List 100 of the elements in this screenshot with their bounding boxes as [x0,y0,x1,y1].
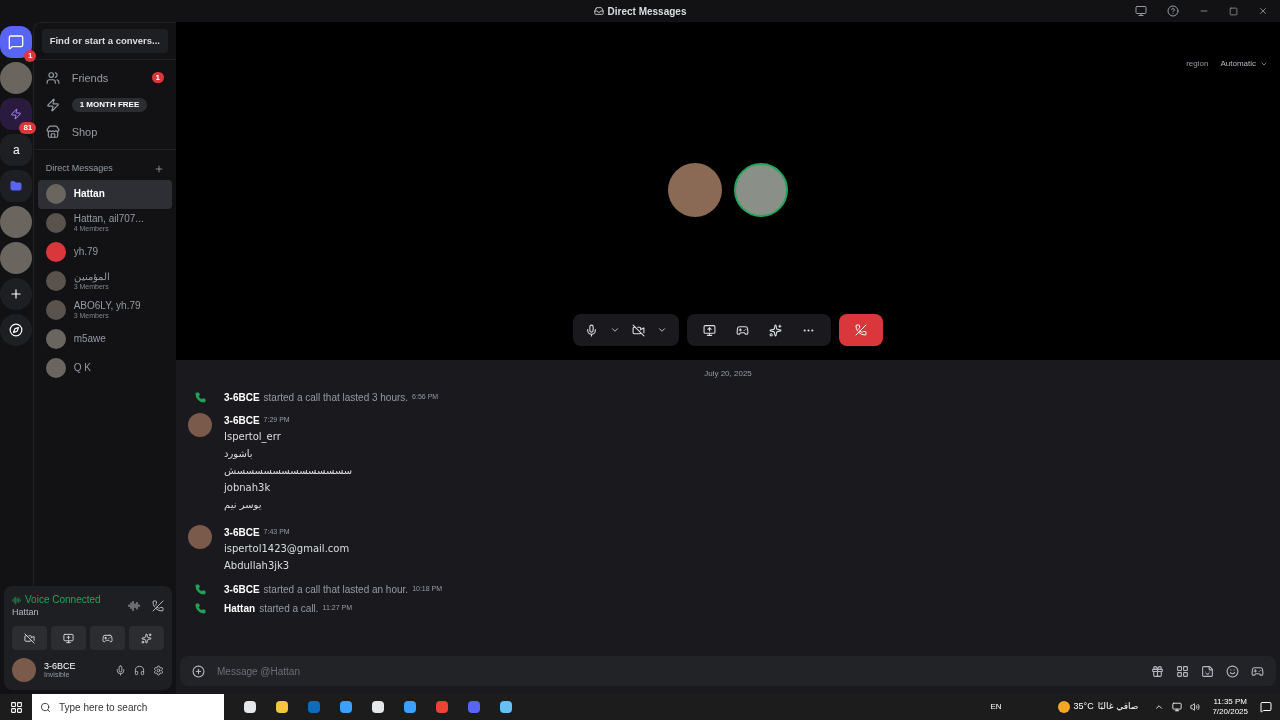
camera-button[interactable] [632,323,645,337]
gift-button[interactable] [1151,664,1164,678]
nav-item[interactable]: Shop [71,123,164,140]
apps-button[interactable] [1251,664,1264,678]
volume-icon[interactable] [1190,702,1201,712]
voice-action-button[interactable] [129,626,164,650]
avatar [12,658,36,682]
search-field[interactable]: Find or start a convers... [41,29,168,54]
avatar [188,413,212,437]
tray-expand-button[interactable] [1154,702,1165,712]
voice-action-button[interactable] [12,626,47,650]
phone-icon [194,603,206,614]
sparkles-icon [141,632,152,644]
dm-item[interactable]: yh.79 [37,237,172,267]
author-name: Hattan [224,602,256,616]
taskbar-search-field[interactable]: Type here to search [32,694,224,720]
temperature: 35°C [1073,700,1094,714]
maximize-button[interactable] [1229,6,1238,16]
phone-icon [194,584,206,595]
taskbar-app-icon[interactable] [276,701,288,713]
author-name: 3-6BCE [224,391,260,405]
server-button[interactable]: a [0,134,33,166]
region-dropdown[interactable]: Automatic [1220,58,1256,70]
caret-icon[interactable] [657,325,667,335]
message-text: سسسسسسسسسسسسسش [224,464,353,478]
avatar-button[interactable] [0,242,33,274]
close-button[interactable] [1258,6,1268,16]
add-dm-button[interactable] [154,164,164,174]
message-text: باشورد [224,447,254,461]
author-name: 3-6BCE [224,526,260,540]
disconnect-button[interactable] [152,600,164,613]
start-button[interactable] [9,700,23,714]
call-text: started a call that lasted 3 hours. [263,391,409,405]
taskbar-app-icon[interactable] [340,701,352,713]
taskbar-app-icon[interactable] [372,701,384,713]
username: 3-6BCE [44,662,77,671]
add-attachment-button[interactable] [192,664,205,678]
dm-item[interactable]: Hattan [37,179,172,209]
notifications-button[interactable] [1260,701,1272,713]
avatar [45,271,66,292]
home-button[interactable] [0,26,33,58]
avatar [45,300,66,321]
avatar [45,329,66,350]
sticker-button[interactable] [1201,664,1214,678]
taskbar-app-icon[interactable] [500,701,512,713]
nav-item[interactable]: Friends [71,69,140,86]
message-text: ispertol1423@gmail.com [224,542,350,556]
voice-action-button[interactable] [51,626,86,650]
headphones-button[interactable] [134,664,145,676]
discover-button[interactable] [0,314,33,346]
taskbar-app-icon[interactable] [244,701,256,713]
add-server-button[interactable] [0,278,33,310]
soundboard-button[interactable] [769,323,782,337]
mic-button[interactable] [585,323,598,337]
taskbar-app-icon[interactable] [404,701,416,713]
message-text: jobnah3k [224,481,272,495]
server-icon [10,108,23,120]
voice-action-button[interactable] [90,626,125,650]
dm-name: المؤمنين [73,272,110,283]
mic-button[interactable] [115,664,126,676]
gif-button[interactable] [1176,664,1189,678]
message-text: يوسر نيم [224,498,263,513]
chat-bubble-icon [8,34,25,50]
weather-text: صافي غالبًا [1097,700,1139,714]
friends-icon [45,70,60,85]
nitro-badge: 1 MONTH FREE [71,97,148,112]
caret-icon [1260,60,1268,68]
dm-item[interactable]: Q K [37,353,172,383]
monitor-icon [1135,5,1147,17]
activity-button[interactable] [736,323,749,337]
emoji-button[interactable] [1226,664,1239,678]
language-indicator[interactable]: EN [990,701,1002,713]
participant-avatar [668,163,722,217]
avatar [45,242,66,263]
section-title: Direct Messages [45,162,113,176]
server-button[interactable] [0,98,33,130]
voice-status: Voice Connected [25,594,101,607]
folder-button[interactable] [0,170,33,202]
dm-name: Hattan, ail707... [73,214,144,225]
dm-name: yh.79 [73,247,99,258]
window-title: Direct Messages [607,4,687,19]
author-name: 3-6BCE [224,414,260,428]
phone-icon [194,392,206,403]
dm-name: ABO6LY, yh.79 [73,301,141,312]
dm-name: Q K [73,363,91,374]
call-text: started a call that lasted an hour. [263,583,409,597]
caret-icon[interactable] [610,325,620,335]
avatar-button[interactable] [0,206,33,238]
settings-button[interactable] [153,664,164,676]
folder-icon [10,180,23,192]
search-icon [40,701,51,713]
screen-share-button[interactable] [703,323,716,337]
dm-name: Hattan [73,189,105,200]
noise-button[interactable] [128,600,140,613]
hang-up-button[interactable] [839,314,883,346]
clock-date: 7/20/2025 [1212,707,1248,717]
clock-time: 11:35 PM [1213,697,1248,707]
device-icon[interactable] [1172,702,1183,712]
dm-item[interactable]: m5awe [37,324,172,354]
avatar [45,184,66,205]
